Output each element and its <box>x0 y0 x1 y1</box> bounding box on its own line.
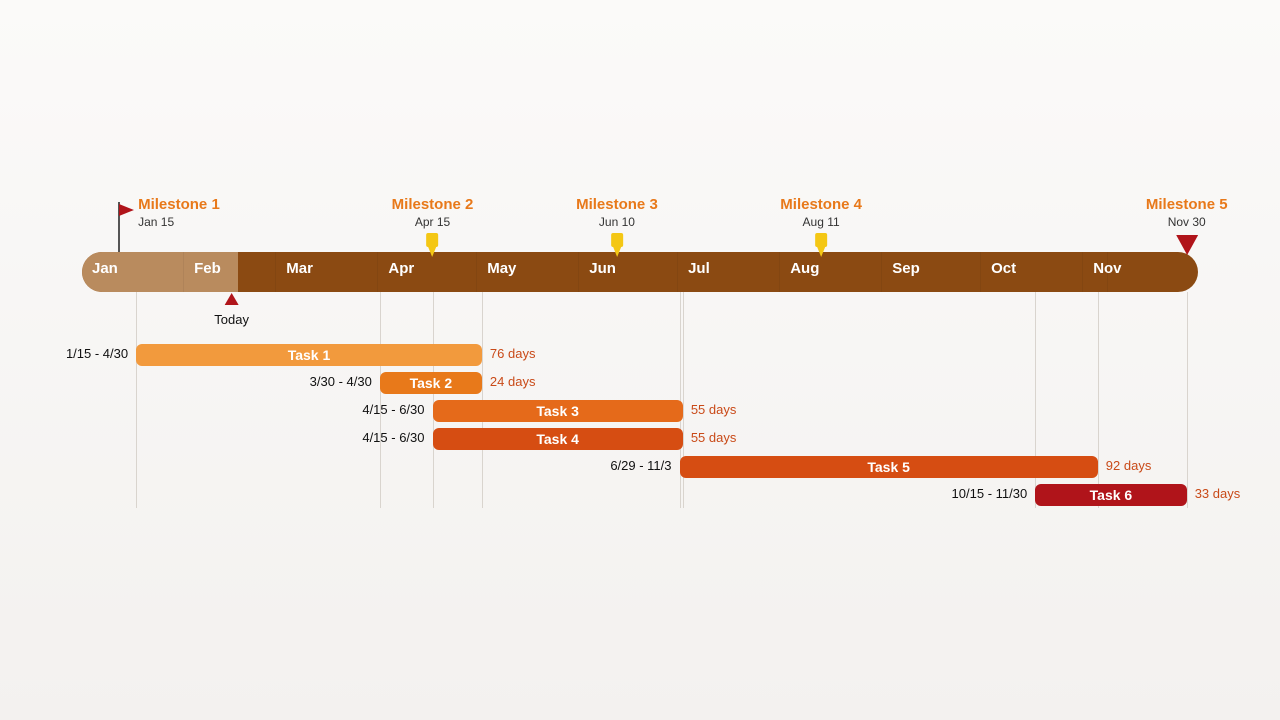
milestone-title: Milestone 5 <box>1146 196 1228 213</box>
gridline <box>1187 292 1188 508</box>
task-duration-label: 33 days <box>1195 486 1241 501</box>
month-label: Oct <box>991 260 1016 277</box>
milestone: Milestone 1 Jan 15 <box>138 196 220 229</box>
task-bar: Task 2 <box>380 372 482 394</box>
milestone-date: Nov 30 <box>1146 215 1228 229</box>
month-label: Jul <box>688 260 710 277</box>
today-label: Today <box>214 312 249 327</box>
pin-icon <box>811 233 831 253</box>
task-bar: Task 6 <box>1035 484 1186 506</box>
month-label: Jan <box>92 260 118 277</box>
task-duration-label: 55 days <box>691 402 737 417</box>
milestone-date: Apr 15 <box>392 215 474 229</box>
flag-icon <box>116 200 136 257</box>
today-triangle-icon <box>225 292 239 310</box>
month-cell: May <box>477 252 579 292</box>
month-label: Jun <box>589 260 616 277</box>
task-range-label: 4/15 - 6/30 <box>333 402 425 417</box>
month-label: Apr <box>388 260 414 277</box>
task-bar: Task 1 <box>136 344 482 366</box>
month-label: Mar <box>286 260 313 277</box>
task-range-label: 6/29 - 11/3 <box>580 458 672 473</box>
task-range-label: 1/15 - 4/30 <box>36 346 128 361</box>
gantt-timeline-diagram: Jan Feb Mar Apr May Jun Jul Aug Sep Oct Nov Milest… <box>0 0 1280 720</box>
milestone: Milestone 3 Jun 10 <box>576 196 658 262</box>
month-cell: Jul <box>678 252 780 292</box>
month-cell: Feb <box>184 252 276 292</box>
month-cell: Mar <box>276 252 378 292</box>
task-bar: Task 5 <box>680 456 1098 478</box>
gridline <box>136 292 137 508</box>
month-label: Sep <box>892 260 920 277</box>
milestone-date: Jun 10 <box>576 215 658 229</box>
month-cell: Nov <box>1083 252 1108 292</box>
task-range-label: 4/15 - 6/30 <box>333 430 425 445</box>
task-range-label: 3/30 - 4/30 <box>280 374 372 389</box>
task-bar: Task 3 <box>433 400 683 422</box>
milestone: Milestone 2 Apr 15 <box>392 196 474 262</box>
gridline <box>1098 292 1099 508</box>
milestone-title: Milestone 3 <box>576 196 658 213</box>
month-label: Nov <box>1093 260 1121 277</box>
pin-icon <box>423 233 443 253</box>
gridline <box>380 292 381 508</box>
milestone-title: Milestone 4 <box>780 196 862 213</box>
month-cell: Oct <box>981 252 1083 292</box>
month-cell: Sep <box>882 252 981 292</box>
gridline <box>433 292 434 508</box>
pin-icon <box>607 233 627 253</box>
milestone-date: Jan 15 <box>138 215 220 229</box>
task-bar: Task 4 <box>433 428 683 450</box>
month-label: Aug <box>790 260 819 277</box>
task-duration-label: 55 days <box>691 430 737 445</box>
milestone: Milestone 4 Aug 11 <box>780 196 862 262</box>
milestone-title: Milestone 1 <box>138 196 220 213</box>
milestone-title: Milestone 2 <box>392 196 474 213</box>
task-duration-label: 92 days <box>1106 458 1152 473</box>
today-marker: Today <box>214 292 249 327</box>
triangle-icon <box>1176 235 1198 260</box>
milestone: Milestone 5 Nov 30 <box>1146 196 1228 260</box>
task-range-label: 10/15 - 11/30 <box>935 486 1027 501</box>
month-label: May <box>487 260 516 277</box>
task-duration-label: 76 days <box>490 346 536 361</box>
month-label: Feb <box>194 260 221 277</box>
month-cell: Jan <box>82 252 184 292</box>
milestone-date: Aug 11 <box>780 215 862 229</box>
task-duration-label: 24 days <box>490 374 536 389</box>
